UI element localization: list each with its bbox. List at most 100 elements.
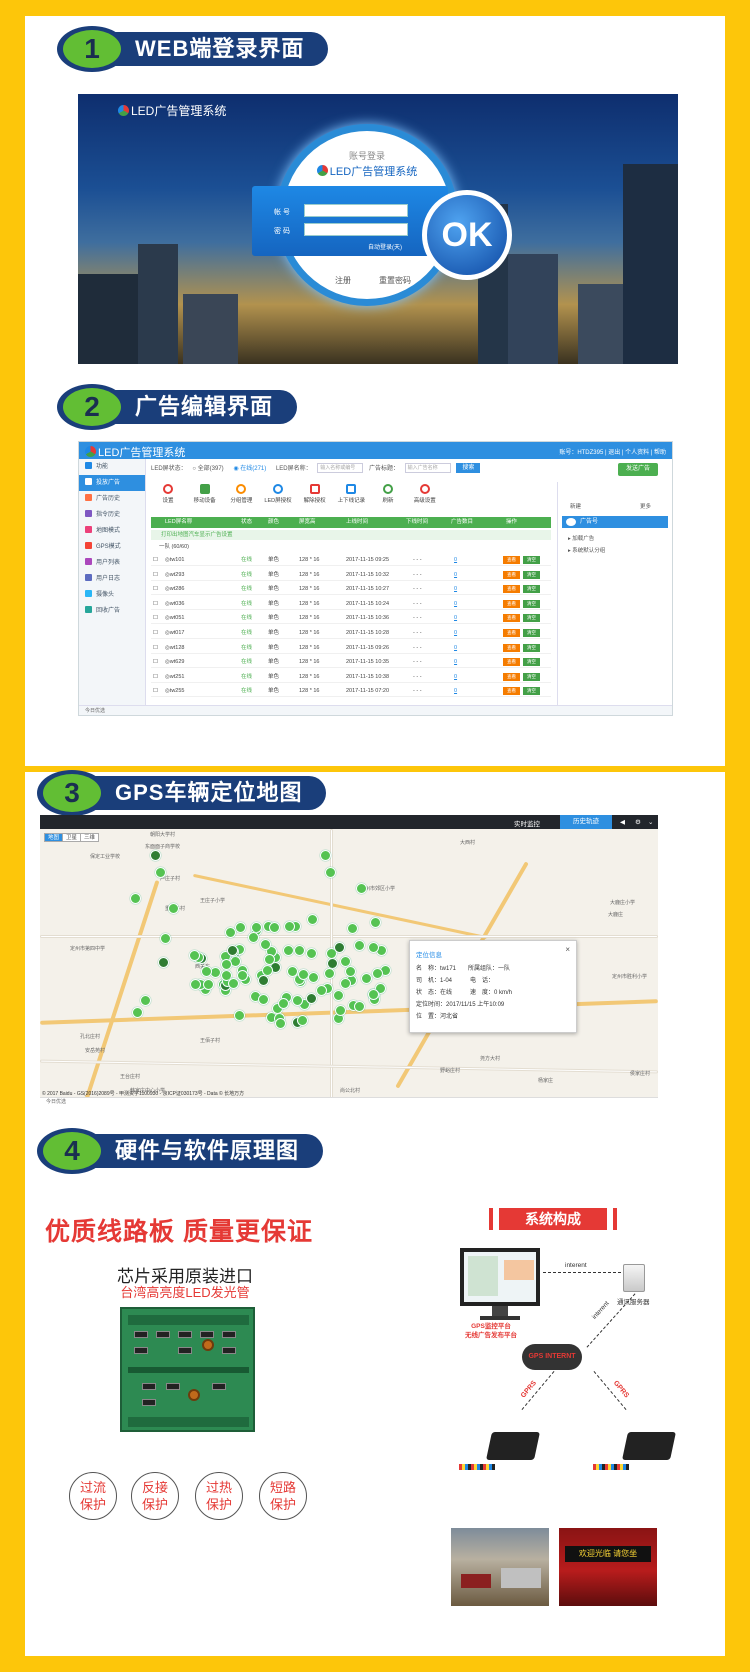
vehicle-marker[interactable] [316, 984, 328, 996]
row-ad-count[interactable]: 0 [454, 671, 457, 683]
vehicle-marker[interactable] [371, 967, 383, 979]
group-row-team1[interactable]: 一队 (60/60) [151, 542, 551, 552]
sound-icon[interactable]: ◀ [620, 818, 625, 826]
table-row[interactable]: ☐ ◎wt251 在线 单色 128 * 16 2017-11-15 10:38 - - -… [151, 671, 551, 683]
row-clear-button[interactable]: 清空 [523, 614, 540, 623]
tool-led-authorize[interactable]: LED屏授权 [261, 484, 295, 504]
row-checkbox[interactable]: ☐ [153, 627, 158, 639]
row-view-button[interactable]: 查看 [503, 687, 520, 696]
row-clear-button[interactable]: 清空 [523, 658, 540, 667]
vehicle-marker[interactable] [140, 995, 151, 1006]
row-clear-button[interactable]: 清空 [523, 585, 540, 594]
vehicle-marker[interactable] [268, 921, 280, 933]
table-row[interactable]: ☐ ◎tw255 在线 单色 128 * 16 2017-11-15 07:20 - - -… [151, 685, 551, 698]
vehicle-marker[interactable] [333, 941, 345, 953]
vehicle-marker[interactable] [221, 958, 233, 970]
vehicle-marker[interactable] [296, 1014, 308, 1026]
row-ad-count[interactable]: 0 [454, 612, 457, 624]
vehicle-marker[interactable] [247, 931, 259, 943]
table-row[interactable]: ☐ ◎wt017 在线 单色 128 * 16 2017-11-15 10:28 - - -… [151, 627, 551, 639]
row-checkbox[interactable]: ☐ [153, 569, 158, 581]
row-ad-count[interactable]: 0 [454, 554, 457, 566]
tree-item-default-group[interactable]: ▸ 系统默认分组 [568, 546, 605, 554]
tool-advanced[interactable]: 高级设置 [408, 484, 442, 504]
table-row[interactable]: ☐ ◎wt286 在线 单色 128 * 16 2017-11-15 10:27 - - -… [151, 583, 551, 596]
vehicle-marker[interactable] [306, 992, 318, 1004]
history-track-button[interactable]: 历史轨迹 [560, 815, 612, 829]
row-clear-button[interactable]: 清空 [523, 556, 540, 564]
remember-checkbox[interactable]: 自动登录(天) [368, 242, 402, 251]
vehicle-marker[interactable] [132, 1007, 143, 1018]
vehicle-marker[interactable] [307, 913, 319, 925]
row-ad-count[interactable]: 0 [454, 685, 457, 697]
row-clear-button[interactable]: 清空 [523, 643, 540, 652]
sidebar-item-recycle[interactable]: 回收广告 [79, 603, 145, 619]
sidebar-item-camera[interactable]: 摄像头 [79, 587, 145, 603]
send-ad-button[interactable]: 发送广告 [618, 463, 658, 476]
row-checkbox[interactable]: ☐ [153, 656, 158, 668]
vehicle-marker[interactable] [155, 867, 166, 878]
table-row[interactable]: ☐ ◎wt051 在线 单色 128 * 16 2017-11-15 10:36 - - -… [151, 612, 551, 625]
close-icon[interactable]: × [565, 945, 570, 954]
vehicle-marker[interactable] [203, 979, 215, 991]
map-type-satellite[interactable]: 卫星 [62, 833, 82, 842]
row-checkbox[interactable]: ☐ [153, 598, 158, 610]
vehicle-marker[interactable] [283, 920, 295, 932]
row-ad-count[interactable]: 0 [454, 569, 457, 581]
vehicle-marker[interactable] [353, 939, 365, 951]
vehicle-marker[interactable] [158, 957, 169, 968]
sidebar-item-function[interactable]: 功能 [79, 459, 145, 475]
vehicle-marker[interactable] [274, 1018, 286, 1030]
register-link[interactable]: 注册 [335, 275, 351, 286]
row-clear-button[interactable]: 清空 [523, 687, 540, 696]
ad-list-header[interactable]: 广告号 [562, 516, 668, 528]
sidebar-item-user-list[interactable]: 用户列表 [79, 555, 145, 571]
sidebar-item-ad-history[interactable]: 广告历史 [79, 491, 145, 507]
row-view-button[interactable]: 查看 [503, 556, 520, 564]
row-checkbox[interactable]: ☐ [153, 612, 158, 624]
tool-settings[interactable]: 设置 [151, 484, 185, 504]
search-button[interactable]: 搜索 [456, 463, 481, 474]
ad-title-input[interactable]: 输入广告名称 [404, 463, 451, 474]
more-button[interactable]: 更多 [640, 502, 651, 510]
vehicle-marker[interactable] [325, 867, 336, 878]
vehicle-marker[interactable] [235, 921, 247, 933]
led-name-input[interactable]: 输入名称或编号 [317, 463, 364, 474]
vehicle-marker[interactable] [150, 850, 161, 861]
row-view-button[interactable]: 查看 [503, 658, 520, 667]
vehicle-marker[interactable] [234, 1010, 246, 1022]
table-row[interactable]: ☐ ◎wt128 在线 单色 128 * 16 2017-11-15 09:26 - - -… [151, 642, 551, 654]
table-row[interactable]: ☐ ◎wt293 在线 单色 128 * 16 2017-11-15 10:32 - - -… [151, 569, 551, 581]
reset-password-link[interactable]: 重置密码 [379, 275, 411, 286]
vehicle-marker[interactable] [346, 922, 358, 934]
ok-button[interactable]: OK [422, 190, 512, 280]
vehicle-marker[interactable] [370, 917, 381, 928]
vehicle-marker[interactable] [306, 947, 318, 959]
realtime-monitor-button[interactable]: 实时监控 [514, 818, 540, 828]
vehicle-marker[interactable] [283, 945, 295, 957]
vehicle-marker[interactable] [251, 921, 263, 933]
gear-icon[interactable]: ⚙ [635, 818, 641, 826]
row-ad-count[interactable]: 0 [454, 627, 457, 639]
vehicle-marker[interactable] [354, 1000, 365, 1012]
row-ad-count[interactable]: 0 [454, 598, 457, 610]
vehicle-marker[interactable] [335, 1004, 347, 1016]
tool-remove-authorize[interactable]: 解除授权 [298, 484, 332, 504]
sidebar-item-map-mode[interactable]: 地图模式 [79, 523, 145, 539]
account-input[interactable] [304, 204, 408, 217]
row-checkbox[interactable]: ☐ [153, 554, 158, 566]
row-clear-button[interactable]: 清空 [523, 570, 540, 579]
vehicle-marker[interactable] [201, 965, 213, 977]
group-row-config[interactable]: 打印出地图汽车显示广告设置 [151, 530, 551, 540]
vehicle-marker[interactable] [258, 994, 270, 1006]
tool-group-manage[interactable]: 分组管理 [224, 484, 258, 504]
row-checkbox[interactable]: ☐ [153, 642, 158, 654]
vehicle-marker[interactable] [297, 968, 309, 980]
sidebar-item-user-log[interactable]: 用户日志 [79, 571, 145, 587]
sidebar-item-gps-mode[interactable]: GPS模式 [79, 539, 145, 555]
filter-all-radio[interactable]: ○ 全部(397) [192, 466, 227, 472]
vehicle-marker[interactable] [257, 975, 269, 987]
sidebar-item-publish[interactable]: 投放广告 [79, 475, 145, 491]
tool-online-log[interactable]: 上下线记录 [334, 484, 368, 504]
vehicle-marker[interactable] [264, 953, 276, 965]
